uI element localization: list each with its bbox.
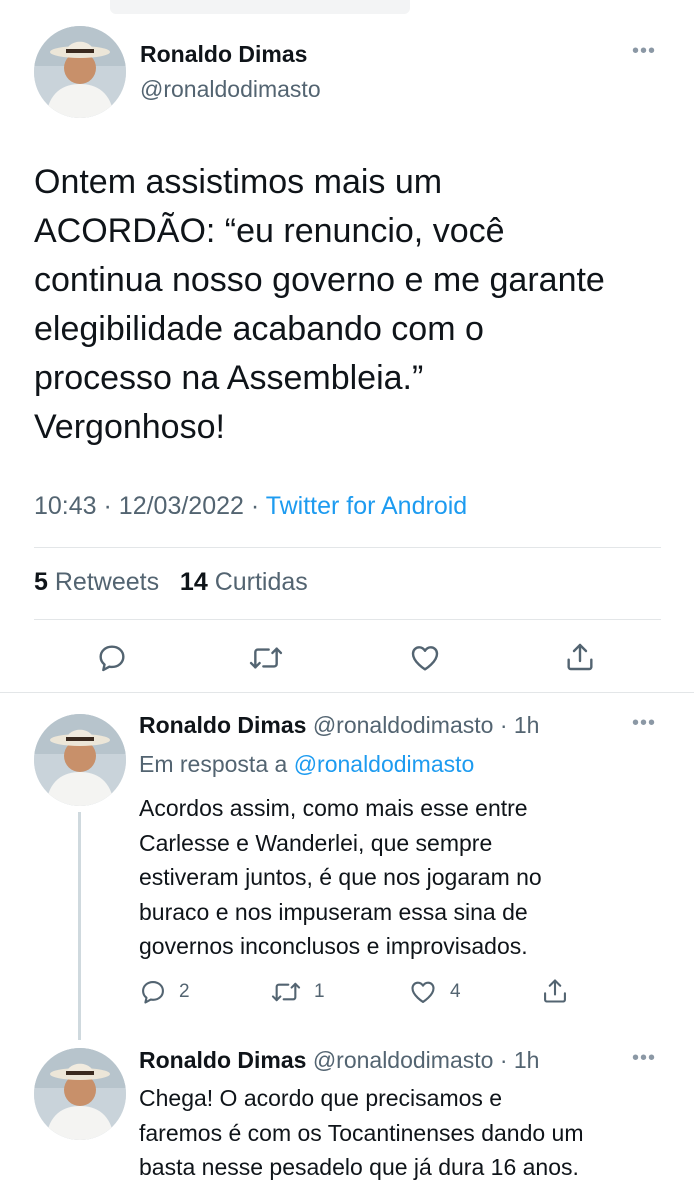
like-button[interactable]: 4 [408, 978, 461, 1006]
retweet-icon[interactable] [248, 642, 284, 674]
reply-author-handle[interactable]: @ronaldodimasto [313, 712, 494, 738]
retweet-count: 1 [314, 981, 325, 1002]
tweet-text-line: Ontem assistimos mais um [34, 163, 443, 201]
retweets-stat[interactable]: 5 Retweets [34, 568, 159, 596]
tweet-text-line: Vergonhoso! [34, 408, 225, 446]
in-reply-to: Em resposta a @ronaldodimasto [139, 751, 474, 778]
share-icon[interactable] [564, 640, 596, 674]
reply-author-handle[interactable]: @ronaldodimasto [313, 1047, 494, 1073]
more-options-icon[interactable]: ••• [632, 1047, 656, 1070]
author-name[interactable]: Ronaldo Dimas [140, 41, 307, 68]
share-button[interactable] [541, 976, 569, 1006]
reply-time[interactable]: · 1h [500, 1047, 540, 1073]
tweet-stats: 5 Retweets 14 Curtidas [34, 568, 308, 597]
reply-author-name[interactable]: Ronaldo Dimas [139, 1047, 306, 1073]
divider [34, 619, 661, 620]
tweet-source[interactable]: Twitter for Android [266, 492, 467, 520]
reply-text-line: estiveram juntos, é que nos jogaram no [139, 864, 542, 890]
meta-separator: · [103, 492, 112, 520]
in-reply-prefix: Em resposta a [139, 751, 288, 777]
tweet-time[interactable]: 10:43 [34, 492, 97, 520]
like-icon [411, 981, 435, 1003]
likes-stat[interactable]: 14 Curtidas [180, 568, 308, 596]
meta-separator: · [250, 492, 260, 520]
likes-label: Curtidas [214, 568, 308, 596]
reply-text: Chega! O acordo que precisamos e faremos… [139, 1081, 584, 1185]
retweets-count: 5 [34, 568, 48, 596]
tweet-meta: 10:43 · 12/03/2022 · Twitter for Android [34, 492, 467, 521]
reply-time[interactable]: · 1h [500, 712, 540, 738]
reply-text-line: Carlesse e Wanderlei, que sempre [139, 829, 493, 856]
reply-count: 2 [179, 981, 190, 1002]
like-count: 4 [450, 981, 461, 1002]
reply-text-line: Chega! O acordo que precisamos e [139, 1085, 503, 1111]
more-options-icon[interactable]: ••• [632, 40, 656, 63]
section-divider [0, 692, 694, 693]
reply-header: Ronaldo Dimas @ronaldodimasto · 1h [139, 1047, 539, 1074]
retweet-icon [271, 982, 301, 1002]
reply-text-line: buraco e nos impuseram essa sina de [139, 898, 528, 925]
reply-text-line: governos inconclusos e improvisados. [139, 933, 528, 959]
reply-icon [142, 981, 164, 1004]
reply-text: Acordos assim, como mais esse entre Carl… [139, 791, 542, 964]
tweet-text: Ontem assistimos mais um ACORDÃO: “eu re… [34, 158, 674, 452]
retweet-button[interactable]: 1 [270, 978, 325, 1006]
reply-text-line: basta nesse pesadelo que já dura 16 anos… [139, 1154, 579, 1180]
author-avatar[interactable] [34, 26, 126, 118]
author-handle[interactable]: @ronaldodimasto [140, 76, 321, 103]
reply-avatar[interactable] [34, 714, 126, 806]
reply-header: Ronaldo Dimas @ronaldodimasto · 1h [139, 712, 539, 739]
tweet-text-line: processo na Assembleia.” [34, 359, 424, 397]
reply-text-line: faremos é com os Tocantinenses dando um [139, 1119, 584, 1146]
tweet-date[interactable]: 12/03/2022 [119, 492, 244, 520]
previous-tweet-edge [110, 0, 410, 14]
share-icon [544, 979, 566, 1003]
divider [34, 547, 661, 548]
tweet-text-line: ACORDÃO: “eu renuncio, você [34, 212, 505, 250]
tweet-text-line: continua nosso governo e me garante [34, 261, 605, 299]
reply-text-line: Acordos assim, como mais esse entre [139, 795, 528, 821]
likes-count: 14 [179, 568, 208, 596]
reply-author-name[interactable]: Ronaldo Dimas [139, 712, 306, 738]
reply-icon[interactable] [96, 642, 128, 674]
retweets-label: Retweets [54, 568, 160, 596]
reply-avatar[interactable] [34, 1048, 126, 1140]
reply-button[interactable]: 2 [139, 978, 190, 1006]
thread-connector-line [78, 812, 81, 1040]
like-icon[interactable] [408, 642, 442, 674]
tweet-text-line: elegibilidade acabando com o [34, 310, 484, 348]
in-reply-handle-link[interactable]: @ronaldodimasto [294, 751, 475, 777]
more-options-icon[interactable]: ••• [632, 712, 656, 735]
